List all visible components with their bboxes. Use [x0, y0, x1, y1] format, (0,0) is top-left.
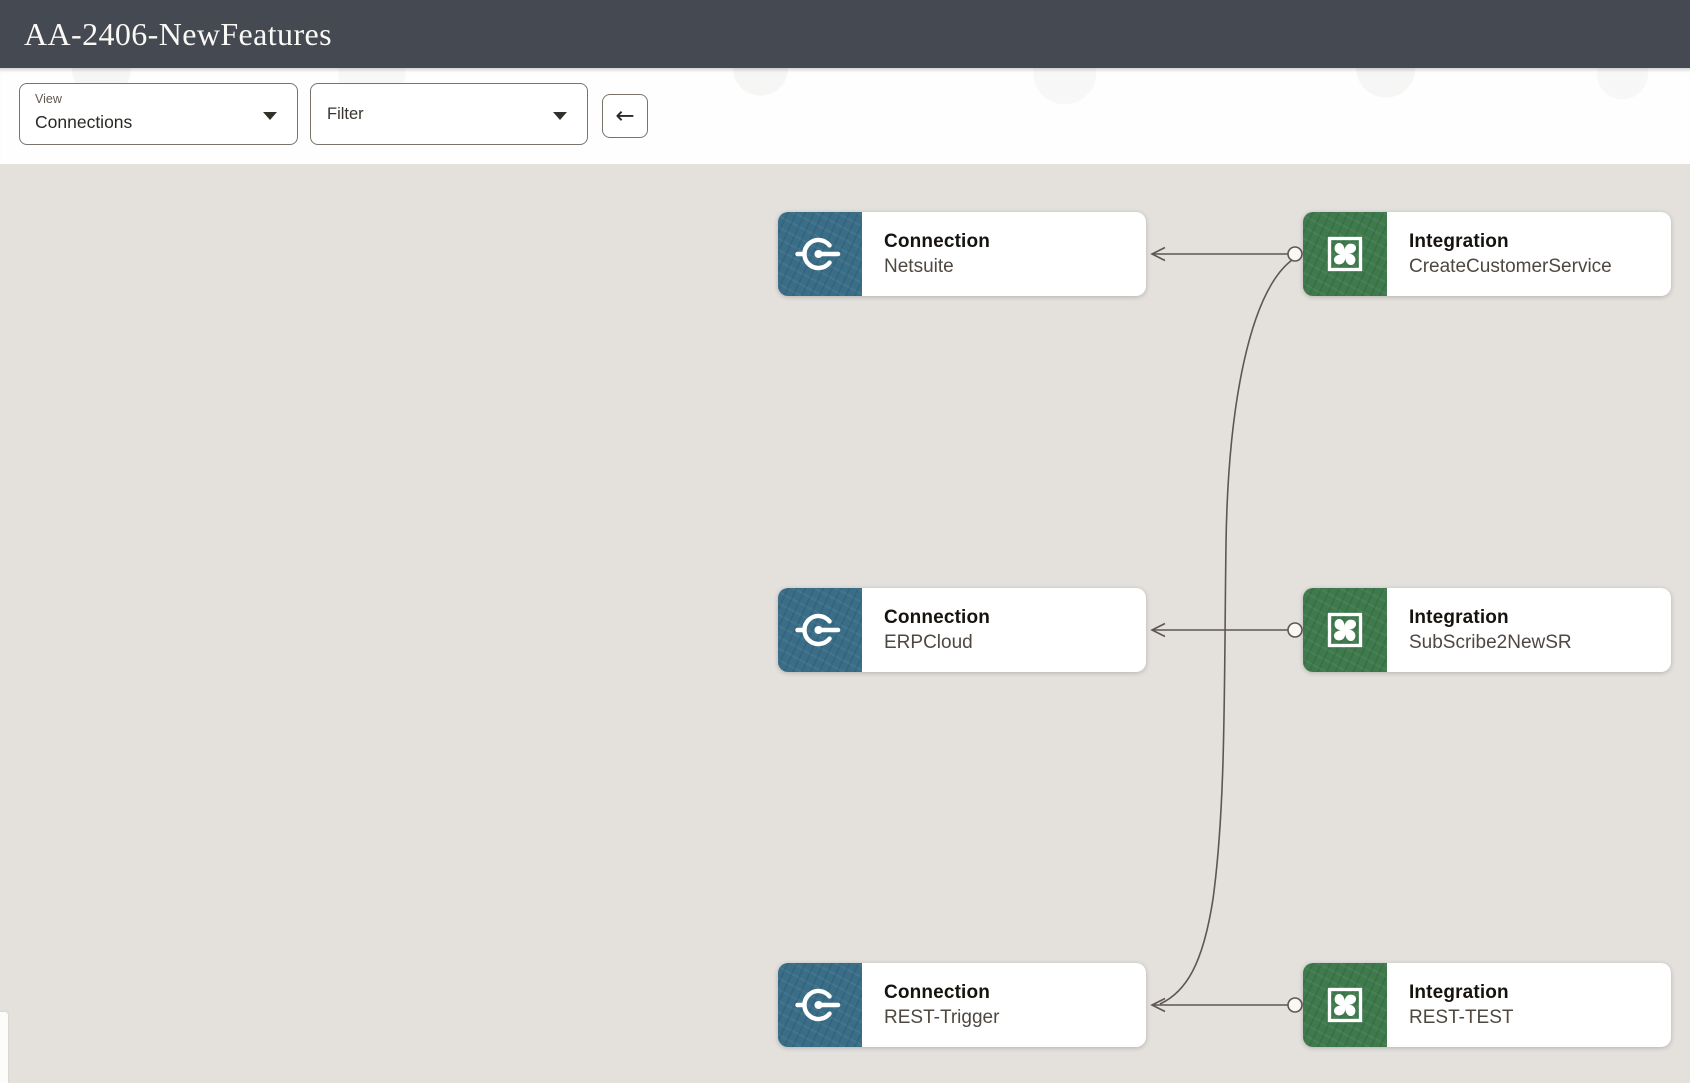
node-integration-rest-test[interactable]: Integration REST-TEST [1303, 963, 1671, 1047]
filter-select[interactable]: Filter [310, 83, 588, 145]
back-button[interactable]: ← [602, 94, 648, 138]
node-type-label: Integration [1409, 981, 1509, 1003]
view-select-value: Connections [35, 112, 133, 132]
integration-icon [1303, 588, 1387, 672]
filter-select-label: Filter [327, 104, 364, 123]
node-connection-erpcloud[interactable]: Connection ERPCloud [778, 588, 1146, 672]
node-integration-subscribe2newsr[interactable]: Integration SubScribe2NewSR [1303, 588, 1671, 672]
app-header: AA-2406-NewFeatures [0, 0, 1690, 68]
node-name-label: CreateCustomerService [1409, 255, 1612, 277]
node-name-label: ERPCloud [884, 631, 973, 653]
chevron-down-icon [263, 112, 277, 120]
node-name-label: Netsuite [884, 255, 954, 277]
connection-icon [778, 212, 862, 296]
node-type-label: Connection [884, 606, 990, 628]
view-select[interactable]: View Connections [19, 83, 298, 145]
integration-icon [1303, 212, 1387, 296]
connection-icon [778, 963, 862, 1047]
node-type-label: Integration [1409, 606, 1509, 628]
toolbar: View Connections Filter ← [0, 68, 1690, 164]
page-title: AA-2406-NewFeatures [24, 15, 332, 52]
node-type-label: Connection [884, 981, 990, 1003]
diagram-canvas[interactable]: Connection Netsuite Connection ERPCloud … [0, 164, 1690, 1083]
back-arrow-icon: ← [615, 102, 635, 129]
integration-icon [1303, 963, 1387, 1047]
node-connection-netsuite[interactable]: Connection Netsuite [778, 212, 1146, 296]
chevron-down-icon [553, 112, 567, 120]
left-panel-edge [0, 1012, 8, 1083]
connection-icon [778, 588, 862, 672]
node-integration-createcustomerservice[interactable]: Integration CreateCustomerService [1303, 212, 1671, 296]
node-type-label: Connection [884, 230, 990, 252]
node-connection-rest-trigger[interactable]: Connection REST-Trigger [778, 963, 1146, 1047]
view-select-label: View [35, 92, 62, 106]
node-name-label: REST-Trigger [884, 1006, 1000, 1028]
node-name-label: REST-TEST [1409, 1006, 1514, 1028]
node-type-label: Integration [1409, 230, 1509, 252]
node-name-label: SubScribe2NewSR [1409, 631, 1572, 653]
